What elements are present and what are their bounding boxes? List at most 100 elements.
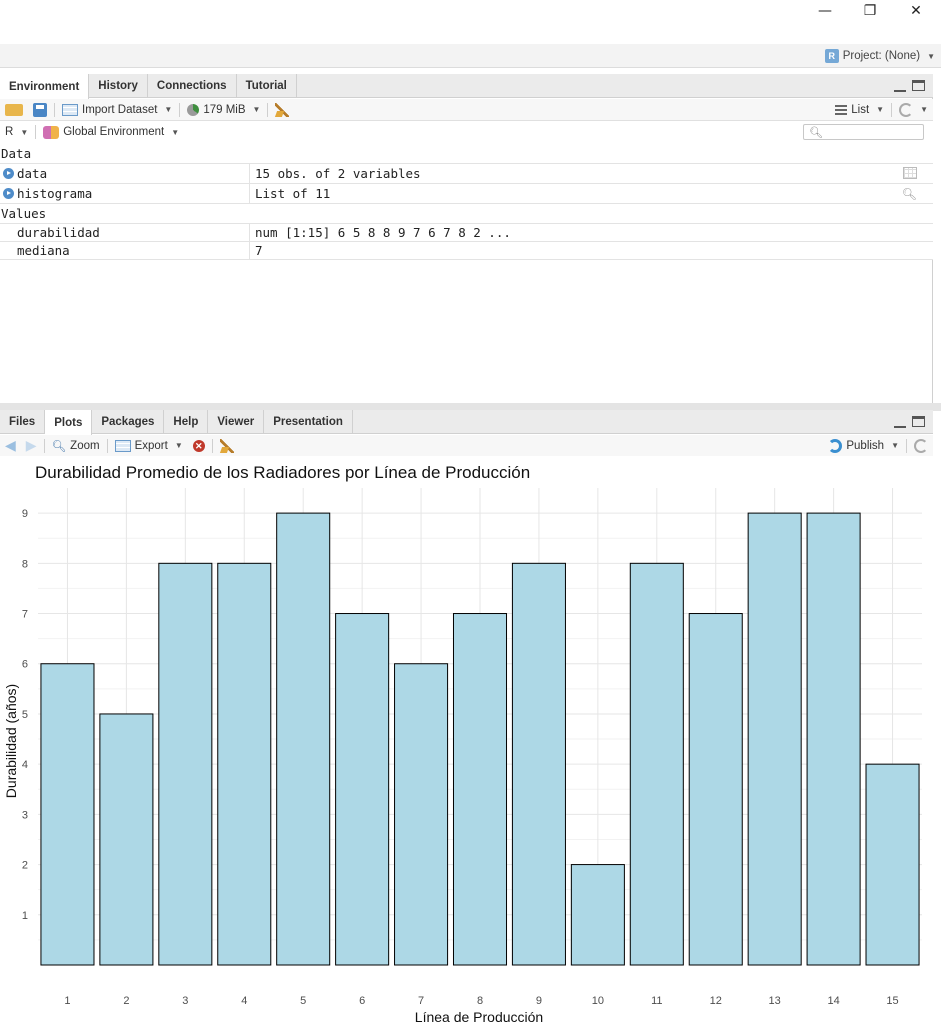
import-table-icon <box>62 103 78 116</box>
maximize-pane-icon[interactable] <box>912 416 925 427</box>
x-tick-label: 3 <box>182 995 188 1007</box>
zoom-button[interactable]: 🔍︎ Zoom <box>47 436 105 456</box>
publish-button[interactable]: Publish ▼ <box>823 436 904 456</box>
maximize-window-button[interactable]: ❐ <box>847 0 893 22</box>
object-name: histograma <box>17 186 93 201</box>
minimize-pane-icon[interactable] <box>894 80 906 92</box>
y-tick-label: 4 <box>22 759 28 771</box>
open-folder-icon <box>5 103 23 116</box>
table-row[interactable]: histograma List of 11 🔍︎ <box>0 183 933 204</box>
view-data-grid-icon[interactable] <box>903 167 917 179</box>
view-mode-button[interactable]: List ▼ <box>830 100 889 120</box>
section-header-data: Data <box>0 143 933 164</box>
export-button[interactable]: Export ▼ <box>110 436 188 456</box>
chevron-down-icon: ▼ <box>920 105 928 114</box>
zoom-label: Zoom <box>70 439 100 452</box>
remove-circle-icon: ✕ <box>192 439 205 452</box>
x-tick-label: 2 <box>123 995 129 1007</box>
y-axis-label: Durabilidad (años) <box>3 684 19 798</box>
table-row[interactable]: mediana 7 <box>0 241 933 260</box>
previous-plot-button[interactable]: ◀ <box>0 436 21 456</box>
tab-history[interactable]: History <box>89 74 148 98</box>
x-tick-label: 11 <box>651 995 662 1007</box>
plots-tabbar: Files Plots Packages Help Viewer Present… <box>0 410 933 435</box>
memory-usage-button[interactable]: 179 MiB ▼ <box>182 100 265 120</box>
save-workspace-button[interactable] <box>28 100 52 120</box>
tab-presentation[interactable]: Presentation <box>264 410 353 434</box>
language-select[interactable]: R ▼ <box>0 122 33 142</box>
plot-area: Durabilidad Promedio de los Radiadores p… <box>0 456 941 1027</box>
environment-select[interactable]: Global Environment ▼ <box>38 122 184 142</box>
project-icon: R <box>824 49 839 63</box>
clear-plots-button[interactable] <box>215 436 239 456</box>
bar-8 <box>452 613 508 966</box>
view-mode-label: List <box>851 103 870 116</box>
tab-environment[interactable]: Environment <box>0 74 90 99</box>
x-tick-label: 10 <box>592 995 604 1007</box>
tab-plots[interactable]: Plots <box>45 410 93 435</box>
save-icon <box>33 102 47 117</box>
object-name: data <box>17 166 48 181</box>
x-axis-ticks: 1 2 3 4 5 6 7 8 9 10 11 12 13 14 15 <box>64 995 898 1007</box>
inspect-magnifier-icon[interactable]: 🔍︎ <box>902 187 917 201</box>
x-tick-label: 14 <box>827 995 839 1007</box>
bar-13 <box>747 512 802 966</box>
expand-arrow-icon[interactable] <box>3 168 14 179</box>
object-value: List of 11 <box>255 186 331 201</box>
refresh-icon <box>899 102 914 117</box>
bar-5 <box>276 512 331 966</box>
object-name: mediana <box>17 243 70 258</box>
tab-tutorial[interactable]: Tutorial <box>237 74 297 98</box>
maximize-pane-icon[interactable] <box>912 80 925 91</box>
language-label: R <box>5 126 14 138</box>
tab-packages[interactable]: Packages <box>92 410 165 434</box>
minimize-pane-icon[interactable] <box>894 416 906 428</box>
environment-tabbar: Environment History Connections Tutorial <box>0 74 933 99</box>
x-tick-label: 1 <box>64 995 70 1007</box>
project-label: Project: (None) <box>842 50 921 62</box>
refresh-plot-button[interactable] <box>909 436 933 456</box>
table-row[interactable]: data 15 obs. of 2 variables <box>0 163 933 184</box>
search-icon: 🔍︎ <box>809 127 823 139</box>
environment-search-input[interactable]: 🔍︎ <box>803 124 924 140</box>
bar-6 <box>335 613 390 966</box>
tab-connections[interactable]: Connections <box>148 74 237 98</box>
import-dataset-button[interactable]: Import Dataset ▼ <box>57 100 177 120</box>
clear-objects-button[interactable] <box>270 100 294 120</box>
table-row[interactable]: durabilidad num [1:15] 6 5 8 8 9 7 6 7 8… <box>0 223 933 242</box>
environment-subtoolbar: R ▼ Global Environment ▼ 🔍︎ <box>0 121 933 143</box>
refresh-environment-button[interactable]: ▼ <box>894 100 933 120</box>
x-tick-label: 12 <box>710 995 722 1007</box>
next-plot-button[interactable]: ▶ <box>21 436 42 456</box>
expand-arrow-icon[interactable] <box>3 188 14 199</box>
export-label: Export <box>134 439 168 452</box>
bar-chart: Durabilidad Promedio de los Radiadores p… <box>3 463 922 1025</box>
memory-pie-icon <box>187 103 200 116</box>
memory-usage-label: 179 MiB <box>203 103 246 116</box>
minimize-window-button[interactable]: — <box>802 0 848 22</box>
project-bar: R Project: (None) ▼ <box>0 44 941 68</box>
project-menu[interactable]: R Project: (None) ▼ <box>824 49 935 63</box>
x-tick-label: 8 <box>477 995 483 1007</box>
list-icon <box>835 104 848 115</box>
remove-plot-button[interactable]: ✕ <box>188 436 210 456</box>
environment-toolbar: Import Dataset ▼ 179 MiB ▼ List ▼ ▼ <box>0 99 933 121</box>
tab-viewer[interactable]: Viewer <box>208 410 265 434</box>
close-window-button[interactable]: ✕ <box>893 0 939 22</box>
x-tick-label: 4 <box>241 995 247 1007</box>
y-tick-label: 6 <box>22 659 28 671</box>
load-workspace-button[interactable] <box>0 100 28 120</box>
window-titlebar: — ❐ ✕ <box>0 0 941 44</box>
broom-icon <box>219 438 234 453</box>
bar-2 <box>99 713 154 966</box>
tab-files[interactable]: Files <box>0 410 46 434</box>
bar-7 <box>394 663 449 966</box>
bar-3 <box>158 562 213 966</box>
bar-9 <box>511 562 566 966</box>
chevron-down-icon: ▼ <box>891 441 899 450</box>
refresh-icon <box>914 438 928 453</box>
section-header-values: Values <box>0 204 933 224</box>
bar-1 <box>40 663 95 966</box>
x-tick-label: 6 <box>359 995 365 1007</box>
tab-help[interactable]: Help <box>164 410 209 434</box>
